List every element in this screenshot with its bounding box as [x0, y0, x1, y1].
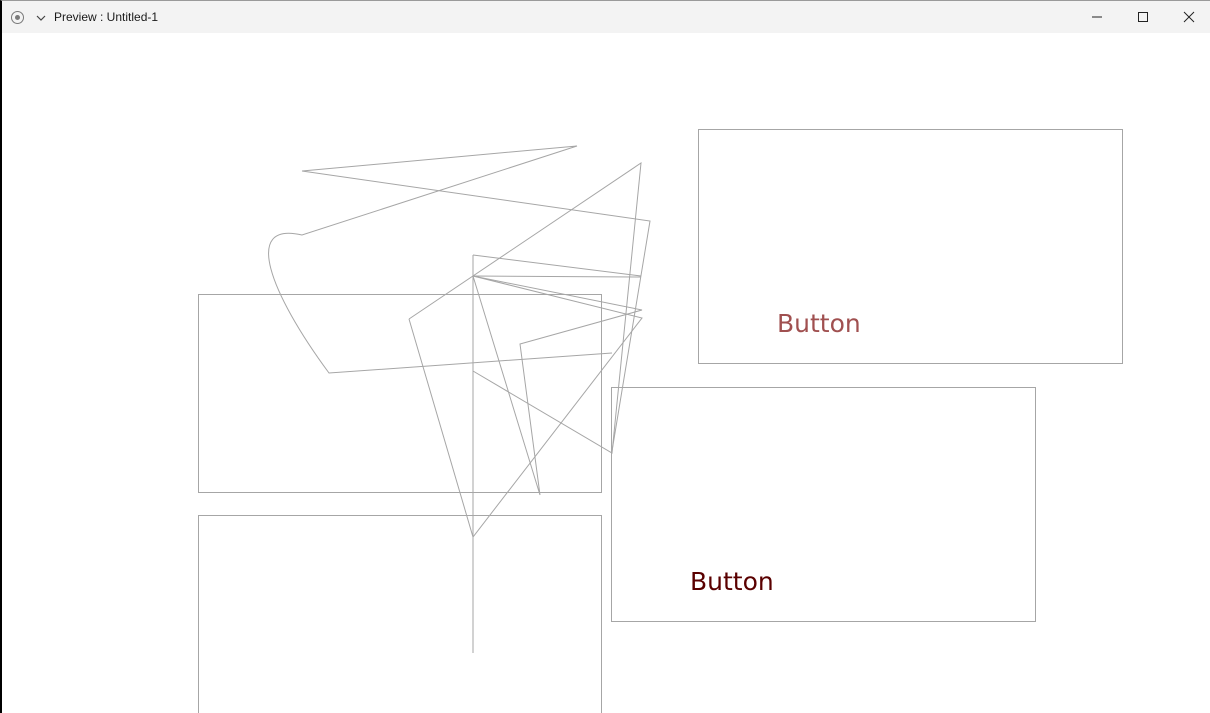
window-title: Preview : Untitled-1: [54, 10, 159, 24]
preview-canvas: Button Button: [2, 33, 1210, 713]
minimize-button[interactable]: [1074, 1, 1120, 33]
record-icon[interactable]: [11, 11, 24, 24]
polyline-stroke: [408, 275, 643, 539]
chevron-down-icon[interactable]: [34, 10, 48, 24]
polyline-stroke: [408, 161, 642, 454]
curve-stroke: [268, 145, 613, 374]
close-button[interactable]: [1166, 1, 1210, 33]
polyline-stroke: [301, 170, 651, 452]
maximize-icon: [1137, 8, 1149, 27]
drawn-lines: [268, 145, 651, 653]
close-icon: [1183, 8, 1195, 27]
minimize-icon: [1091, 8, 1103, 27]
maximize-button[interactable]: [1120, 1, 1166, 33]
polyline-stroke: [472, 254, 642, 277]
preview-window: Preview : Untitled-1 Button Button: [0, 0, 1210, 713]
title-bar[interactable]: Preview : Untitled-1: [2, 1, 1210, 33]
